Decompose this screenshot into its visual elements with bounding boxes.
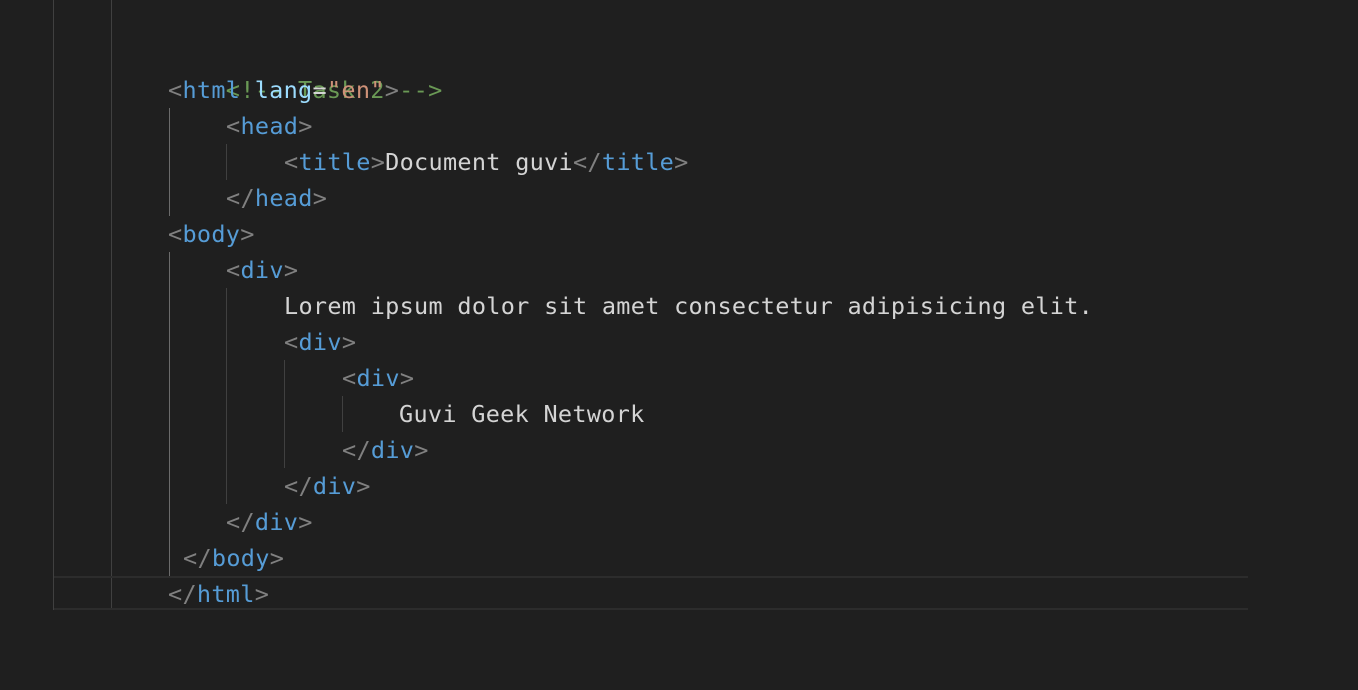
bracket-token: < — [284, 148, 299, 176]
indent-guide — [284, 360, 285, 468]
text-token: Guvi Geek Network — [399, 400, 645, 428]
tag-token: title — [298, 148, 371, 176]
bracket-token: </ — [226, 508, 255, 536]
bracket-token: < — [168, 220, 183, 248]
bracket-token: < — [168, 76, 183, 104]
bracket-token: > — [341, 328, 357, 356]
tag-token: div — [240, 256, 284, 284]
bracket-token: > — [269, 544, 285, 572]
equals-token: = — [312, 76, 327, 104]
code-line-div-open[interactable]: <div> — [284, 324, 356, 360]
code-line-div-close[interactable]: </div> — [284, 468, 371, 504]
indent-guide — [226, 288, 227, 504]
code-line-div-close[interactable]: </div> — [342, 432, 429, 468]
code-line-title[interactable]: <title>Document guvi</title> — [284, 144, 689, 180]
tag-token: head — [254, 184, 313, 212]
tag-token: html — [182, 76, 241, 104]
bracket-token: > — [298, 112, 313, 140]
bracket-token: </ — [168, 580, 197, 608]
quote-token: " — [326, 76, 342, 104]
bracket-token: > — [298, 508, 313, 536]
bracket-token: </ — [226, 184, 255, 212]
code-line-text[interactable]: Guvi Geek Network — [399, 396, 645, 432]
code-line-div-close[interactable]: </div> — [226, 504, 313, 540]
text-token: Lorem ipsum dolor sit amet consectetur a… — [284, 292, 1094, 320]
attribute-token: lang — [254, 76, 313, 104]
bracket-token: > — [312, 184, 328, 212]
tag-token: body — [182, 220, 241, 248]
bracket-token: < — [342, 364, 357, 392]
quote-token: " — [370, 76, 385, 104]
code-line-head-open[interactable]: <head> — [226, 108, 313, 144]
code-line-div-open[interactable]: <div> — [342, 360, 414, 396]
code-line-html-close[interactable]: </html> — [168, 576, 269, 612]
tag-token: html — [196, 580, 255, 608]
bracket-token: > — [283, 256, 299, 284]
bracket-token: </ — [342, 436, 371, 464]
bracket-token: > — [674, 148, 689, 176]
tag-token: div — [370, 436, 415, 464]
indent-guide — [111, 0, 112, 610]
indent-guide — [226, 144, 227, 180]
code-line-body-open[interactable]: <body> — [168, 216, 255, 252]
bracket-token: > — [240, 220, 255, 248]
bracket-token: > — [356, 472, 371, 500]
tag-token: title — [601, 148, 675, 176]
bracket-token: </ — [183, 544, 212, 572]
bracket-token: < — [226, 112, 241, 140]
indent-guide — [169, 252, 170, 576]
tag-token: div — [254, 508, 299, 536]
indent-guide — [342, 396, 343, 432]
bracket-token: > — [384, 76, 400, 104]
bracket-token: > — [254, 580, 270, 608]
bracket-token: > — [370, 148, 386, 176]
tag-token: body — [211, 544, 270, 572]
bracket-token: > — [414, 436, 429, 464]
code-line-text[interactable]: Lorem ipsum dolor sit amet consectetur a… — [284, 288, 1093, 324]
code-line-html-open[interactable]: <html lang="en"> — [168, 72, 399, 108]
tag-token: div — [298, 328, 342, 356]
bracket-token: < — [284, 328, 299, 356]
indent-guide — [53, 0, 54, 610]
code-line-comment[interactable]: <!-- Task 2 --> — [168, 36, 443, 104]
string-token: en — [341, 76, 371, 104]
tag-token: head — [240, 112, 299, 140]
code-line-head-close[interactable]: </head> — [226, 180, 327, 216]
bracket-token: </ — [572, 148, 602, 176]
code-editor[interactable]: <!-- Task 2 --> <html lang="en"> <head> … — [0, 0, 1358, 690]
bracket-token: > — [399, 364, 415, 392]
bracket-token: </ — [284, 472, 313, 500]
text-token: Document guvi — [385, 148, 573, 176]
code-line-body-close[interactable]: </body> — [183, 540, 284, 576]
bracket-token: < — [226, 256, 241, 284]
tag-token: div — [356, 364, 400, 392]
tag-token: div — [312, 472, 357, 500]
code-line-div-open[interactable]: <div> — [226, 252, 298, 288]
